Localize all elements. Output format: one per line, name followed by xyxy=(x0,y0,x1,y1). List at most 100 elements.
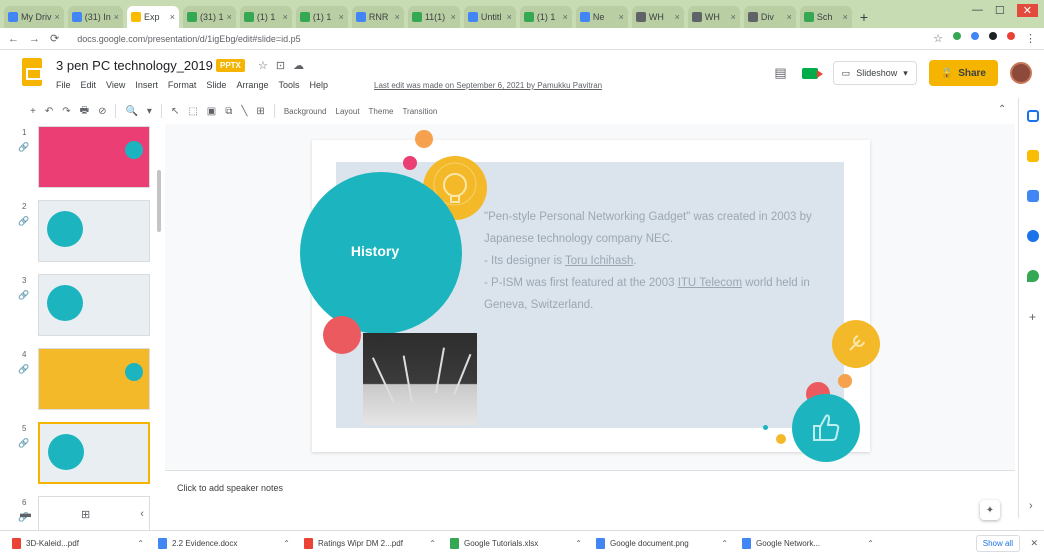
browser-tab[interactable]: 11(1) × xyxy=(407,6,460,28)
new-tab-button[interactable]: + xyxy=(860,6,868,28)
maps-icon[interactable] xyxy=(1027,270,1039,282)
url-field[interactable]: docs.google.com/presentation/d/1igEbg/ed… xyxy=(69,31,923,47)
select-icon[interactable]: ↖ xyxy=(171,106,179,117)
menu-format[interactable]: Format xyxy=(168,80,197,90)
browser-tab[interactable]: WH × xyxy=(687,6,740,28)
collapse-toolbar-icon[interactable]: ⌃ xyxy=(998,104,1006,115)
browser-tab[interactable]: Div × xyxy=(743,6,796,28)
keep-icon[interactable] xyxy=(1027,150,1039,162)
tab-close-icon[interactable]: × xyxy=(339,12,344,22)
tab-close-icon[interactable]: × xyxy=(55,12,60,22)
chevron-up-icon[interactable]: ⌃ xyxy=(283,539,290,548)
star-icon[interactable]: ☆ xyxy=(933,32,943,45)
contacts-icon[interactable] xyxy=(1027,230,1039,242)
menu-insert[interactable]: Insert xyxy=(135,80,158,90)
slide-thumbnail[interactable] xyxy=(38,422,150,484)
avatar[interactable] xyxy=(1010,62,1032,84)
browser-tab[interactable]: My Driv × xyxy=(4,6,64,28)
tab-close-icon[interactable]: × xyxy=(507,12,512,22)
download-item[interactable]: Google Tutorials.xlsx ⌃ xyxy=(450,538,582,549)
slide-thumbnail-row[interactable]: 4 🔗 xyxy=(8,348,158,414)
menu-slide[interactable]: Slide xyxy=(206,80,226,90)
slide-thumbnail[interactable] xyxy=(38,126,150,188)
browser-tab[interactable]: (1) 1 × xyxy=(519,6,572,28)
reload-icon[interactable]: ⟳ xyxy=(50,32,59,45)
menu-file[interactable]: File xyxy=(56,80,71,90)
slide-thumbnail[interactable] xyxy=(38,274,150,336)
slide-thumbnail-row[interactable]: 1 🔗 xyxy=(8,126,158,192)
line-icon[interactable]: ╲ xyxy=(241,106,247,117)
slideshow-button[interactable]: ▭ Slideshow ▾ xyxy=(832,61,917,85)
undo-icon[interactable]: ↶ xyxy=(45,106,53,117)
back-icon[interactable]: ← xyxy=(8,33,19,45)
star-icon[interactable]: ☆ xyxy=(258,59,268,72)
download-item[interactable]: Google Network... ⌃ xyxy=(742,538,874,549)
comments-icon[interactable]: ▤ xyxy=(774,65,786,81)
browser-tab[interactable]: (31) In × xyxy=(67,6,124,28)
share-button[interactable]: 🔒 Share xyxy=(928,60,998,86)
chevron-up-icon[interactable]: ⌃ xyxy=(575,539,582,548)
explore-button[interactable]: ✦ xyxy=(980,500,1000,520)
slide-thumbnail-row[interactable]: 3 🔗 xyxy=(8,274,158,340)
tab-close-icon[interactable]: × xyxy=(675,12,680,22)
last-edit-link[interactable]: Last edit was made on September 6, 2021 … xyxy=(374,81,602,90)
tab-close-icon[interactable]: × xyxy=(563,12,568,22)
cloud-status-icon[interactable]: ☁ xyxy=(293,59,304,72)
zoom-dropdown-icon[interactable]: ▾ xyxy=(147,106,152,117)
close-downloads-icon[interactable]: ✕ xyxy=(1030,538,1038,549)
chevron-up-icon[interactable]: ⌃ xyxy=(867,539,874,548)
menu-help[interactable]: Help xyxy=(309,80,328,90)
text-box-icon[interactable]: ⬚ xyxy=(188,106,197,117)
tab-close-icon[interactable]: × xyxy=(843,12,848,22)
shape-icon[interactable]: ⧉ xyxy=(225,106,232,117)
tab-close-icon[interactable]: × xyxy=(170,12,175,22)
speaker-notes[interactable]: Click to add speaker notes xyxy=(165,470,1015,510)
extension-icon[interactable] xyxy=(971,32,979,40)
collapse-panel-icon[interactable]: ‹ xyxy=(140,508,144,521)
browser-tab[interactable]: WH × xyxy=(631,6,684,28)
move-folder-icon[interactable]: ⊡ xyxy=(276,59,285,72)
tab-close-icon[interactable]: × xyxy=(114,12,119,22)
comment-icon[interactable]: ⊞ xyxy=(256,106,264,117)
side-panel-collapse-icon[interactable]: › xyxy=(1029,500,1033,512)
download-item[interactable]: 2.2 Evidence.docx ⌃ xyxy=(158,538,290,549)
browser-tab[interactable]: (1) 1 × xyxy=(295,6,348,28)
download-item[interactable]: Ratings Wipr DM 2...pdf ⌃ xyxy=(304,538,436,549)
extension-icon[interactable] xyxy=(989,32,997,40)
list-view-icon[interactable]: ▬ xyxy=(20,508,31,521)
slide-thumbnail[interactable] xyxy=(38,200,150,262)
profile-icon[interactable] xyxy=(1007,32,1015,40)
toolbar-layout-button[interactable]: Layout xyxy=(336,107,360,116)
redo-icon[interactable]: ↷ xyxy=(62,106,70,117)
maximize-icon[interactable]: ☐ xyxy=(995,4,1005,17)
toolbar-theme-button[interactable]: Theme xyxy=(369,107,394,116)
tab-close-icon[interactable]: × xyxy=(787,12,792,22)
toolbar-background-button[interactable]: Background xyxy=(284,107,327,116)
browser-tab[interactable]: Untitl × xyxy=(463,6,516,28)
add-addon-icon[interactable]: + xyxy=(1029,310,1036,324)
browser-tab[interactable]: Sch × xyxy=(799,6,852,28)
menu-view[interactable]: View xyxy=(106,80,125,90)
browser-tab[interactable]: (31) 1 × xyxy=(183,6,236,28)
menu-edit[interactable]: Edit xyxy=(81,80,97,90)
browser-tab[interactable]: Exp × xyxy=(127,6,180,28)
slide-thumbnail-row[interactable]: 5 🔗 xyxy=(8,422,158,488)
forward-icon[interactable]: → xyxy=(29,33,40,45)
toolbar-transition-button[interactable]: Transition xyxy=(402,107,437,116)
menu-tools[interactable]: Tools xyxy=(278,80,299,90)
grid-view-icon[interactable]: ⊞ xyxy=(81,508,90,521)
itu-telecom-link[interactable]: ITU Telecom xyxy=(678,277,742,289)
download-item[interactable]: 3D-Kaleid...pdf ⌃ xyxy=(12,538,144,549)
show-all-button[interactable]: Show all xyxy=(975,535,1020,552)
chevron-down-icon[interactable]: ▾ xyxy=(903,68,908,79)
tab-close-icon[interactable]: × xyxy=(731,12,736,22)
tab-close-icon[interactable]: × xyxy=(619,12,624,22)
paint-format-icon[interactable]: ⊘ xyxy=(98,106,106,117)
calendar-icon[interactable] xyxy=(1027,110,1039,122)
tasks-icon[interactable] xyxy=(1027,190,1039,202)
new-slide-icon[interactable]: + xyxy=(30,106,36,117)
document-title[interactable]: 3 pen PC technology_2019 xyxy=(56,58,213,73)
chevron-up-icon[interactable]: ⌃ xyxy=(721,539,728,548)
close-window-icon[interactable]: ✕ xyxy=(1016,4,1038,17)
meet-button[interactable] xyxy=(799,64,821,82)
